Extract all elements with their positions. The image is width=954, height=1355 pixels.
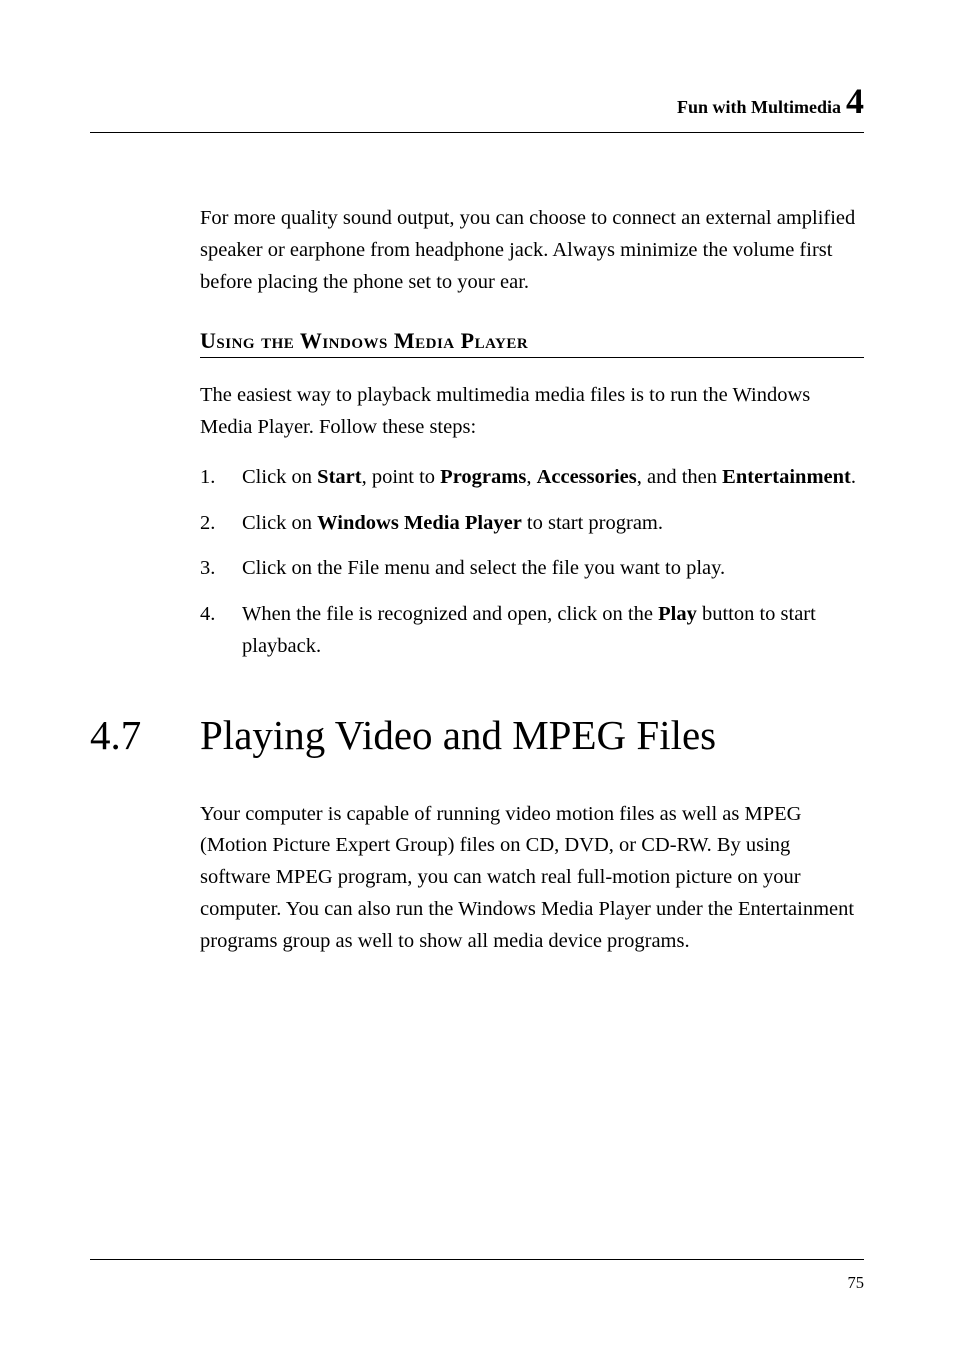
step-1: 1. Click on Start, point to Programs, Ac… [200, 462, 864, 494]
paragraph-intro: For more quality sound output, you can c… [200, 203, 864, 298]
section-number: 4.7 [90, 711, 200, 759]
header-rule [90, 132, 864, 133]
step-number: 3. [200, 553, 242, 585]
header-chapter-title: Fun with Multimedia [677, 97, 841, 118]
step-4: 4. When the file is recognized and open,… [200, 599, 864, 663]
step-3: 3. Click on the File menu and select the… [200, 553, 864, 585]
step-text: Click on Start, point to Programs, Acces… [242, 462, 864, 494]
heading-text: Using the Windows Media Player [200, 328, 528, 353]
subsection-rule [200, 357, 864, 358]
step-number: 4. [200, 599, 242, 663]
step-number: 1. [200, 462, 242, 494]
step-2: 2. Click on Windows Media Player to star… [200, 508, 864, 540]
step-text: When the file is recognized and open, cl… [242, 599, 864, 663]
page-header: Fun with Multimedia 4 [90, 80, 864, 122]
footer-rule [90, 1259, 864, 1260]
step-text: Click on Windows Media Player to start p… [242, 508, 864, 540]
header-chapter-number: 4 [846, 80, 864, 122]
paragraph-section-body: Your computer is capable of running vide… [200, 799, 864, 958]
steps-list: 1. Click on Start, point to Programs, Ac… [200, 462, 864, 663]
page-number: 75 [848, 1273, 865, 1293]
step-number: 2. [200, 508, 242, 540]
content-area: For more quality sound output, you can c… [90, 203, 864, 957]
section-title: Playing Video and MPEG Files [200, 711, 716, 759]
paragraph-intro-steps: The easiest way to playback multimedia m… [200, 380, 864, 444]
subsection-heading: Using the Windows Media Player [200, 328, 864, 354]
section-title-row: 4.7 Playing Video and MPEG Files [90, 711, 864, 759]
step-text: Click on the File menu and select the fi… [242, 553, 864, 585]
